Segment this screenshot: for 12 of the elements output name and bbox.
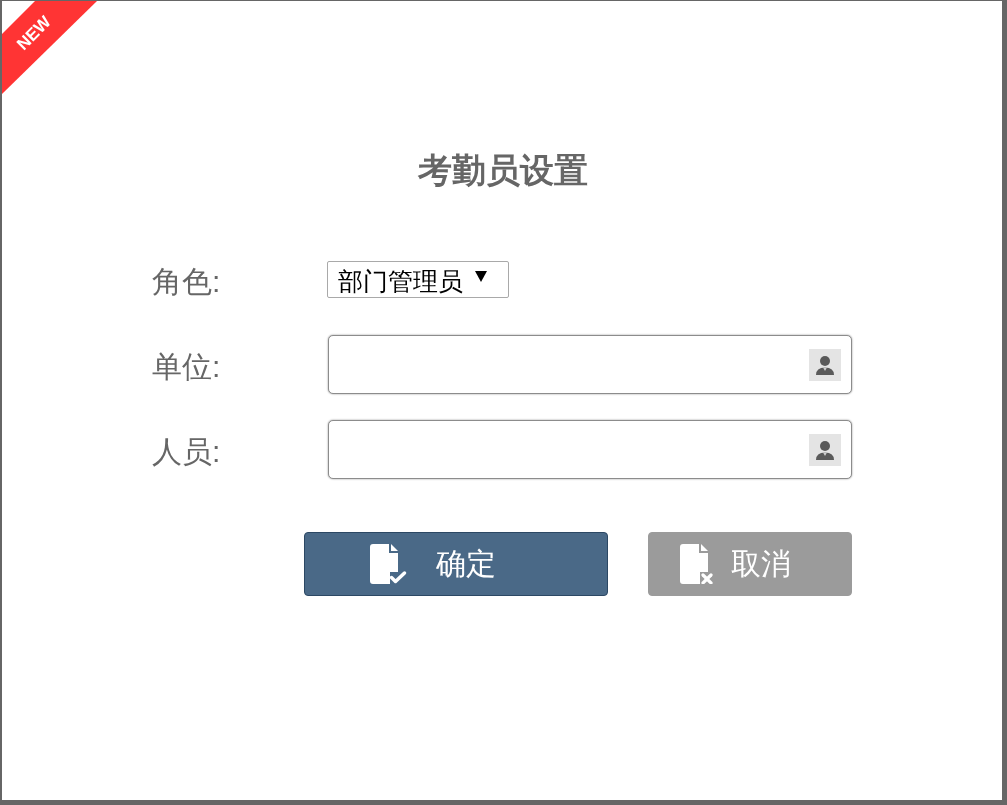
confirm-button[interactable]: 确定 [304, 532, 608, 596]
field-label: 角色: [152, 263, 221, 300]
person-icon[interactable] [809, 348, 841, 381]
role-select[interactable]: 部门管理员 [327, 261, 509, 298]
input-field[interactable] [328, 420, 852, 479]
field-label: 人员: [152, 433, 221, 470]
field-label: 单位: [152, 348, 221, 385]
input-field[interactable] [328, 335, 852, 394]
dialog-title: 考勤员设置 [417, 150, 589, 191]
person-icon[interactable] [809, 433, 841, 466]
caret-icon [475, 271, 487, 282]
document-check-icon [370, 544, 407, 584]
